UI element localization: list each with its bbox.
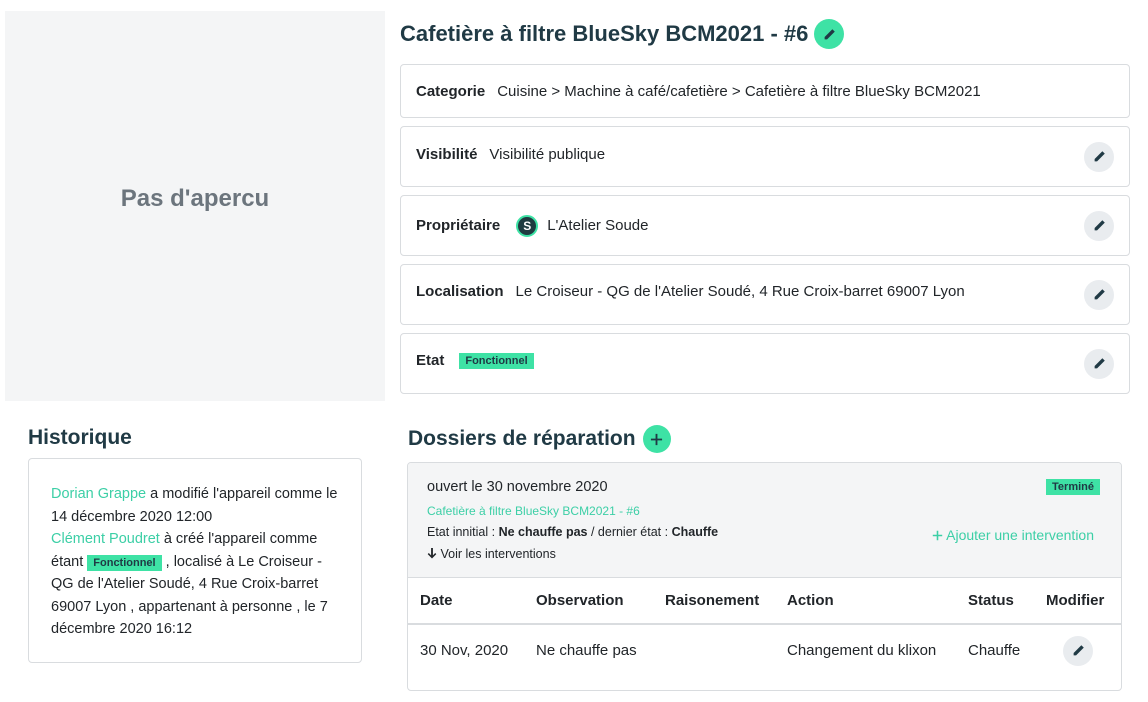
col-action: Action xyxy=(775,578,956,625)
localisation-link[interactable]: Le Croiseur - QG de l'Atelier Soudé, 4 R… xyxy=(516,283,965,300)
edit-localisation-button[interactable] xyxy=(1084,279,1114,310)
dossier-etat-line: Etat innitial : Ne chauffe pas / dernier… xyxy=(427,525,718,539)
etat-initial-label: Etat innitial : xyxy=(427,525,499,539)
voir-interventions-label: Voir les interventions xyxy=(440,547,556,561)
dossier-device-link[interactable]: Cafetière à filtre BlueSky BCM2021 - #6 xyxy=(427,504,640,518)
visibilite-card: Visibilité Visibilité publique xyxy=(400,126,1130,187)
dossier-header: ouvert le 30 novembre 2020 Terminé Cafet… xyxy=(408,463,1121,578)
col-date: Date xyxy=(408,578,524,625)
cell-action: Changement du klixon xyxy=(787,642,937,659)
status-badge: Fonctionnel xyxy=(459,352,534,369)
pencil-icon xyxy=(1094,151,1105,162)
dernier-etat-label: / dernier état : xyxy=(587,525,672,539)
categorie-path: Cuisine > Machine à café/cafetière > xyxy=(497,82,745,100)
categorie-link[interactable]: Cafetière à filtre BlueSky BCM2021 xyxy=(745,83,981,100)
plus-icon xyxy=(651,433,663,445)
voir-interventions-toggle[interactable]: Voir les interventions xyxy=(427,547,556,561)
edit-title-button[interactable] xyxy=(814,19,845,49)
proprietaire-card: Propriétaire S L'Atelier Soude xyxy=(400,195,1130,256)
device-title-row: Cafetière à filtre BlueSky BCM2021 - #6 xyxy=(400,19,845,49)
cell-observation: Ne chauffe pas xyxy=(536,642,637,659)
dossier-opened-date: ouvert le 30 novembre 2020 xyxy=(427,479,608,495)
localisation-card: Localisation Le Croiseur - QG de l'Ateli… xyxy=(400,264,1130,325)
cell-raisonement xyxy=(653,624,775,676)
cell-modifier xyxy=(1034,624,1121,676)
col-status: Status xyxy=(956,578,1034,625)
pencil-icon xyxy=(1094,289,1105,300)
cell-date: 30 Nov, 2020 xyxy=(420,642,509,659)
edit-visibilite-button[interactable] xyxy=(1084,141,1114,172)
pencil-icon xyxy=(1094,220,1105,231)
dernier-etat-value: Chauffe xyxy=(671,525,719,539)
etat-initial-value: Ne chauffe pas xyxy=(498,525,588,539)
plus-icon xyxy=(932,530,943,541)
dossiers-title-row: Dossiers de réparation xyxy=(408,425,671,453)
col-observation: Observation xyxy=(524,578,653,625)
history-status-badge: Fonctionnel xyxy=(87,554,162,571)
dossier-card: ouvert le 30 novembre 2020 Terminé Cafet… xyxy=(407,462,1122,691)
pencil-icon xyxy=(1073,645,1084,656)
history-entry: Clément Poudret à créé l'appareil comme … xyxy=(51,528,339,641)
pencil-icon xyxy=(1094,358,1105,369)
localisation-label: Localisation xyxy=(416,283,504,300)
cell-status: Chauffe xyxy=(968,642,1021,659)
history-entry: Dorian Grappe a modifié l'appareil comme… xyxy=(51,483,339,528)
add-intervention-label: Ajouter une intervention xyxy=(946,527,1094,543)
visibilite-label: Visibilité xyxy=(416,146,478,163)
categorie-card: Categorie Cuisine > Machine à café/cafet… xyxy=(400,64,1130,118)
edit-etat-button[interactable] xyxy=(1084,348,1114,379)
arrow-down-icon xyxy=(427,548,437,559)
col-raisonement: Raisonement xyxy=(653,578,775,625)
preview-placeholder: Pas d'apercu xyxy=(5,11,385,401)
interventions-table: Date Observation Raisonement Action Stat… xyxy=(408,578,1121,676)
page-title: Cafetière à filtre BlueSky BCM2021 - #6 xyxy=(400,21,809,46)
pencil-icon xyxy=(824,28,835,39)
categorie-label: Categorie xyxy=(416,82,486,100)
add-intervention-button[interactable]: Ajouter une intervention xyxy=(932,527,1094,543)
history-user-link[interactable]: Dorian Grappe xyxy=(51,486,146,502)
etat-label: Etat xyxy=(416,352,445,369)
etat-card: Etat Fonctionnel xyxy=(400,333,1130,394)
proprietaire-link[interactable]: L'Atelier Soude xyxy=(547,217,648,234)
historique-card: Dorian Grappe a modifié l'appareil comme… xyxy=(28,458,362,663)
edit-intervention-button[interactable] xyxy=(1063,635,1093,666)
add-dossier-button[interactable] xyxy=(642,425,671,453)
col-modifier: Modifier xyxy=(1034,578,1121,625)
visibilite-value: Visibilité publique xyxy=(489,146,606,163)
atelier-soude-logo-icon: S xyxy=(516,214,539,237)
edit-proprietaire-button[interactable] xyxy=(1084,210,1114,241)
dossier-status-badge: Terminé xyxy=(1046,479,1100,495)
proprietaire-label: Propriétaire xyxy=(416,217,501,234)
preview-text: Pas d'apercu xyxy=(120,185,270,212)
table-row: 30 Nov, 2020 Ne chauffe pas Changement d… xyxy=(408,624,1121,676)
dossiers-title: Dossiers de réparation xyxy=(408,427,636,450)
table-header-row: Date Observation Raisonement Action Stat… xyxy=(408,578,1121,625)
history-user-link[interactable]: Clément Poudret xyxy=(51,531,160,547)
historique-title: Historique xyxy=(28,426,132,449)
